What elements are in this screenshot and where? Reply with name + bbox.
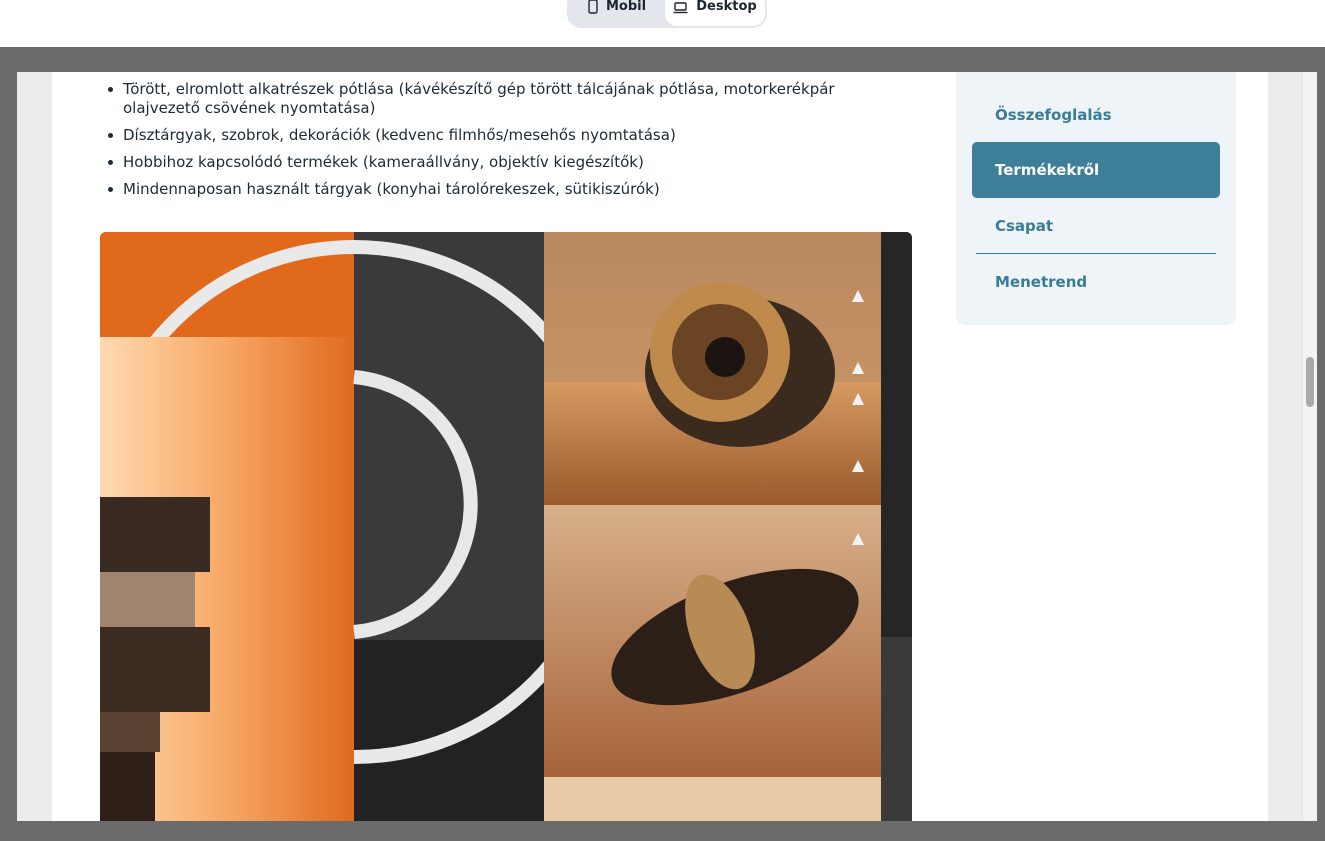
laptop-icon (673, 2, 688, 14)
list-item: Hobbihoz kapcsolódó termékek (kameraállv… (100, 153, 900, 172)
scrollbar-thumb[interactable] (1306, 357, 1314, 407)
desktop-label: Desktop (696, 0, 757, 14)
toc-item-osszefoglalas[interactable]: Összefoglalás (972, 87, 1220, 143)
product-list: Törött, elromlott alkatrészek pótlása (k… (100, 80, 900, 207)
lens-collage-image (100, 232, 912, 821)
preview-toolbar: Mobil Desktop (0, 0, 1325, 47)
scrollbar[interactable] (1302, 72, 1317, 821)
device-toggle: Mobil Desktop (567, 0, 767, 28)
toc-item-menetrend[interactable]: Menetrend (972, 254, 1220, 310)
table-of-contents: Összefoglalás Termékekről Csapat Menetre… (956, 72, 1236, 325)
desktop-button[interactable]: Desktop (665, 0, 765, 26)
preview-frame: Törött, elromlott alkatrészek pótlása (k… (17, 72, 1317, 821)
toc-item-termekekrol[interactable]: Termékekről (972, 142, 1220, 198)
list-item: Mindennaposan használt tárgyak (konyhai … (100, 180, 900, 199)
list-item: Dísztárgyak, szobrok, dekorációk (kedven… (100, 126, 900, 145)
mobil-button[interactable]: Mobil (571, 0, 663, 26)
toc-item-csapat[interactable]: Csapat (972, 198, 1220, 254)
article-page: Törött, elromlott alkatrészek pótlása (k… (52, 72, 1268, 821)
list-item: Törött, elromlott alkatrészek pótlása (k… (100, 80, 900, 118)
mobil-label: Mobil (605, 0, 647, 14)
phone-icon (588, 0, 598, 14)
